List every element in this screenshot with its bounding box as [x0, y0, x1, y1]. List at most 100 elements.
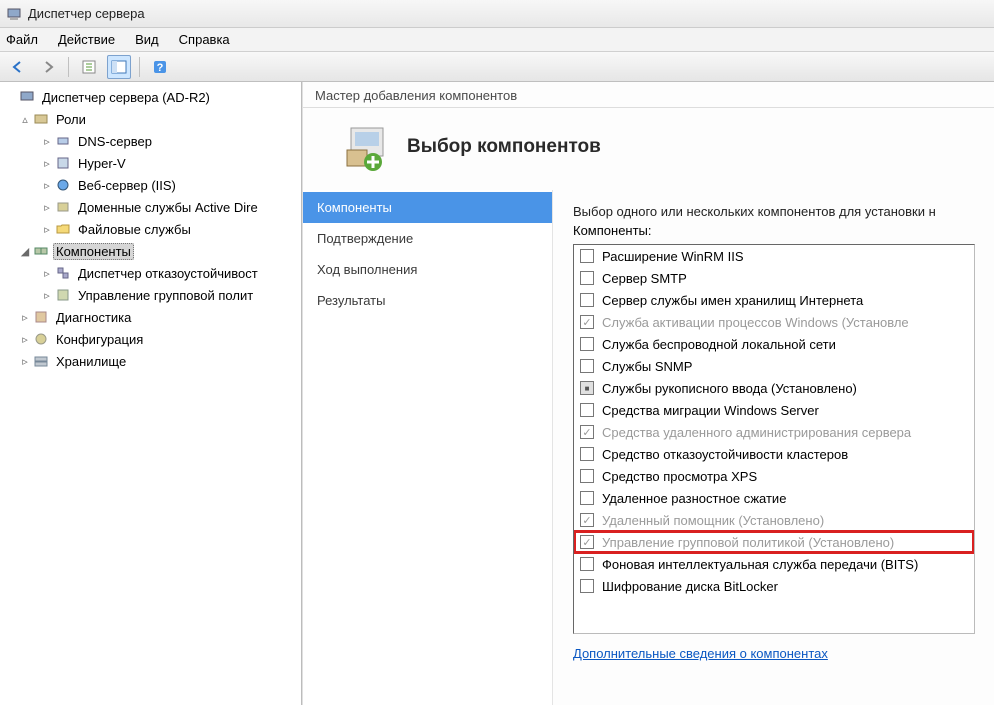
feature-label: Средство просмотра XPS — [602, 469, 757, 484]
toolbar-separator — [68, 57, 69, 77]
feature-checkbox[interactable] — [580, 337, 594, 351]
expand-icon[interactable]: ▹ — [40, 157, 54, 170]
tree-root[interactable]: Диспетчер сервера (AD-R2) — [0, 86, 301, 108]
navigation-tree[interactable]: Диспетчер сервера (AD-R2) ▵ Роли ▹ DNS-с… — [0, 86, 301, 372]
ad-icon — [54, 199, 72, 215]
features-desc: Выбор одного или нескольких компонентов … — [573, 204, 994, 219]
feature-item[interactable]: Средство просмотра XPS — [574, 465, 974, 487]
wizard-page-heading: Выбор компонентов — [407, 136, 601, 158]
gpm-icon — [54, 287, 72, 303]
tree-diagnostics[interactable]: ▹ Диагностика — [0, 306, 301, 328]
server-manager-icon — [6, 6, 22, 22]
feature-label: Средства удаленного администрирования се… — [602, 425, 911, 440]
feature-label: Сервер SMTP — [602, 271, 687, 286]
menu-view[interactable]: Вид — [135, 32, 159, 47]
feature-item[interactable]: Службы SNMP — [574, 355, 974, 377]
properties-button[interactable] — [107, 55, 131, 79]
feature-checkbox[interactable] — [580, 557, 594, 571]
feature-checkbox[interactable] — [580, 359, 594, 373]
feature-checkbox[interactable] — [580, 315, 594, 329]
collapse-icon[interactable]: ▵ — [18, 113, 32, 126]
feature-label: Службы SNMP — [602, 359, 692, 374]
feature-label: Средства миграции Windows Server — [602, 403, 819, 418]
tree-fileservices[interactable]: ▹ Файловые службы — [0, 218, 301, 240]
feature-item[interactable]: Расширение WinRM IIS — [574, 245, 974, 267]
feature-item[interactable]: Сервер службы имен хранилищ Интернета — [574, 289, 974, 311]
tree-iis[interactable]: ▹ Веб-сервер (IIS) — [0, 174, 301, 196]
wizard-step-results[interactable]: Результаты — [303, 285, 552, 316]
tree-hyperv[interactable]: ▹ Hyper-V — [0, 152, 301, 174]
feature-item[interactable]: Служба активации процессов Windows (Уста… — [574, 311, 974, 333]
tree-label: Hyper-V — [75, 155, 129, 172]
tree-ad[interactable]: ▹ Доменные службы Active Dire — [0, 196, 301, 218]
feature-item[interactable]: Служба беспроводной локальной сети — [574, 333, 974, 355]
menu-help[interactable]: Справка — [179, 32, 230, 47]
toolbar: ? — [0, 52, 994, 82]
wizard-step-components[interactable]: Компоненты — [303, 192, 552, 223]
feature-checkbox[interactable] — [580, 447, 594, 461]
feature-label: Службы рукописного ввода (Установлено) — [602, 381, 857, 396]
tree-label: Диспетчер отказоустойчивост — [75, 265, 261, 282]
feature-checkbox[interactable] — [580, 293, 594, 307]
back-button[interactable] — [6, 55, 30, 79]
menu-action[interactable]: Действие — [58, 32, 115, 47]
help-button[interactable]: ? — [148, 55, 172, 79]
tree-dns[interactable]: ▹ DNS-сервер — [0, 130, 301, 152]
hyperv-icon — [54, 155, 72, 171]
storage-icon — [32, 353, 50, 369]
collapse-icon[interactable]: ◢ — [18, 245, 32, 258]
feature-item[interactable]: Службы рукописного ввода (Установлено) — [574, 377, 974, 399]
feature-checkbox[interactable] — [580, 425, 594, 439]
feature-checkbox[interactable] — [580, 535, 594, 549]
expand-icon[interactable]: ▹ — [18, 333, 32, 346]
expand-icon[interactable]: ▹ — [18, 311, 32, 324]
feature-item[interactable]: Средства миграции Windows Server — [574, 399, 974, 421]
tree-components[interactable]: ◢ Компоненты — [0, 240, 301, 262]
feature-checkbox[interactable] — [580, 469, 594, 483]
expand-icon[interactable]: ▹ — [40, 201, 54, 214]
features-listbox[interactable]: Расширение WinRM IIS Сервер SMTP Сервер сл… — [573, 244, 975, 634]
svg-text:?: ? — [157, 62, 164, 74]
tree-roles[interactable]: ▵ Роли — [0, 108, 301, 130]
forward-button[interactable] — [36, 55, 60, 79]
expand-icon[interactable]: ▹ — [18, 355, 32, 368]
tree-config[interactable]: ▹ Конфигурация — [0, 328, 301, 350]
menu-file[interactable]: Файл — [6, 32, 38, 47]
expand-icon[interactable]: ▹ — [40, 289, 54, 302]
feature-label: Управление групповой политикой (Установл… — [602, 535, 894, 550]
features-list-label: Компоненты: — [573, 223, 994, 238]
refresh-button[interactable] — [77, 55, 101, 79]
feature-checkbox[interactable] — [580, 271, 594, 285]
feature-checkbox[interactable] — [580, 491, 594, 505]
feature-label: Шифрование диска BitLocker — [602, 579, 778, 594]
feature-checkbox[interactable] — [580, 381, 594, 395]
feature-item[interactable]: Сервер SMTP — [574, 267, 974, 289]
feature-item[interactable]: Средство отказоустойчивости кластеров — [574, 443, 974, 465]
feature-checkbox[interactable] — [580, 513, 594, 527]
feature-item[interactable]: Удаленное разностное сжатие — [574, 487, 974, 509]
wizard-title: Мастер добавления компонентов — [303, 82, 994, 108]
feature-item[interactable]: Средства удаленного администрирования се… — [574, 421, 974, 443]
feature-checkbox[interactable] — [580, 403, 594, 417]
feature-checkbox[interactable] — [580, 579, 594, 593]
feature-item[interactable]: Управление групповой политикой (Установл… — [574, 531, 974, 553]
tree-label: Диагностика — [53, 309, 134, 326]
expand-icon[interactable]: ▹ — [40, 135, 54, 148]
tree-label: Управление групповой полит — [75, 287, 256, 304]
folder-icon — [54, 221, 72, 237]
feature-item[interactable]: Фоновая интеллектуальная служба передачи… — [574, 553, 974, 575]
tree-label: Компоненты — [53, 243, 134, 260]
wizard-step-confirm[interactable]: Подтверждение — [303, 223, 552, 254]
wizard-step-progress[interactable]: Ход выполнения — [303, 254, 552, 285]
expand-icon[interactable]: ▹ — [40, 179, 54, 192]
tree-failover[interactable]: ▹ Диспетчер отказоустойчивост — [0, 262, 301, 284]
tree-storage[interactable]: ▹ Хранилище — [0, 350, 301, 372]
feature-label: Фоновая интеллектуальная служба передачи… — [602, 557, 918, 572]
expand-icon[interactable]: ▹ — [40, 267, 54, 280]
more-info-link[interactable]: Дополнительные сведения о компонентах — [573, 646, 994, 661]
tree-gpm[interactable]: ▹ Управление групповой полит — [0, 284, 301, 306]
feature-item[interactable]: Шифрование диска BitLocker — [574, 575, 974, 597]
feature-item[interactable]: Удаленный помощник (Установлено) — [574, 509, 974, 531]
feature-checkbox[interactable] — [580, 249, 594, 263]
expand-icon[interactable]: ▹ — [40, 223, 54, 236]
